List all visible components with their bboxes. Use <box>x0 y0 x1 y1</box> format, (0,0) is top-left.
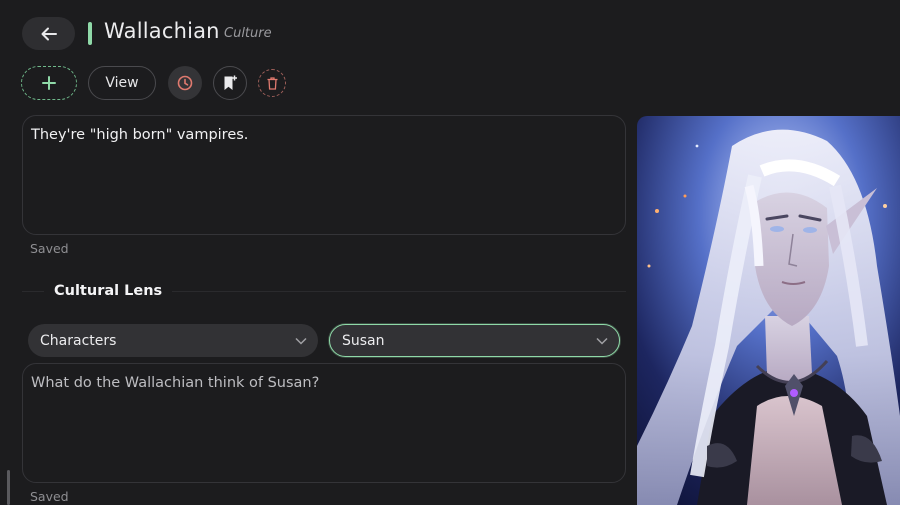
lens-category-value: Characters <box>40 332 117 349</box>
scrollbar-thumb[interactable] <box>7 470 10 505</box>
history-button[interactable] <box>168 66 202 100</box>
lens-target-select[interactable]: Susan <box>329 324 620 357</box>
lens-category-select[interactable]: Characters <box>28 324 318 357</box>
character-portrait-image[interactable] <box>637 116 900 505</box>
back-button[interactable] <box>22 17 75 50</box>
title-accent-bar <box>88 22 92 45</box>
delete-button[interactable] <box>258 69 286 97</box>
arrow-left-icon <box>41 27 57 40</box>
bookmark-button[interactable] <box>213 66 247 100</box>
lens-answer-field[interactable]: What do the Wallachian think of Susan? <box>22 363 626 483</box>
page-title: Wallachian <box>104 19 220 43</box>
add-button[interactable] <box>21 66 77 100</box>
portrait-illustration <box>637 116 900 505</box>
lens-target-value: Susan <box>342 332 385 349</box>
plus-icon <box>42 76 56 90</box>
page-type-label: Culture <box>224 26 272 41</box>
lens-save-status: Saved <box>30 489 69 504</box>
cultural-lens-heading: Cultural Lens <box>44 283 173 299</box>
chevron-down-icon <box>596 337 608 345</box>
chevron-down-icon <box>295 337 307 345</box>
description-field[interactable]: They're "high born" vampires. <box>22 115 626 235</box>
clock-icon <box>177 75 193 91</box>
bookmark-add-icon <box>224 75 237 90</box>
trash-icon <box>267 76 277 90</box>
description-save-status: Saved <box>30 241 69 256</box>
view-button[interactable]: View <box>88 66 156 100</box>
